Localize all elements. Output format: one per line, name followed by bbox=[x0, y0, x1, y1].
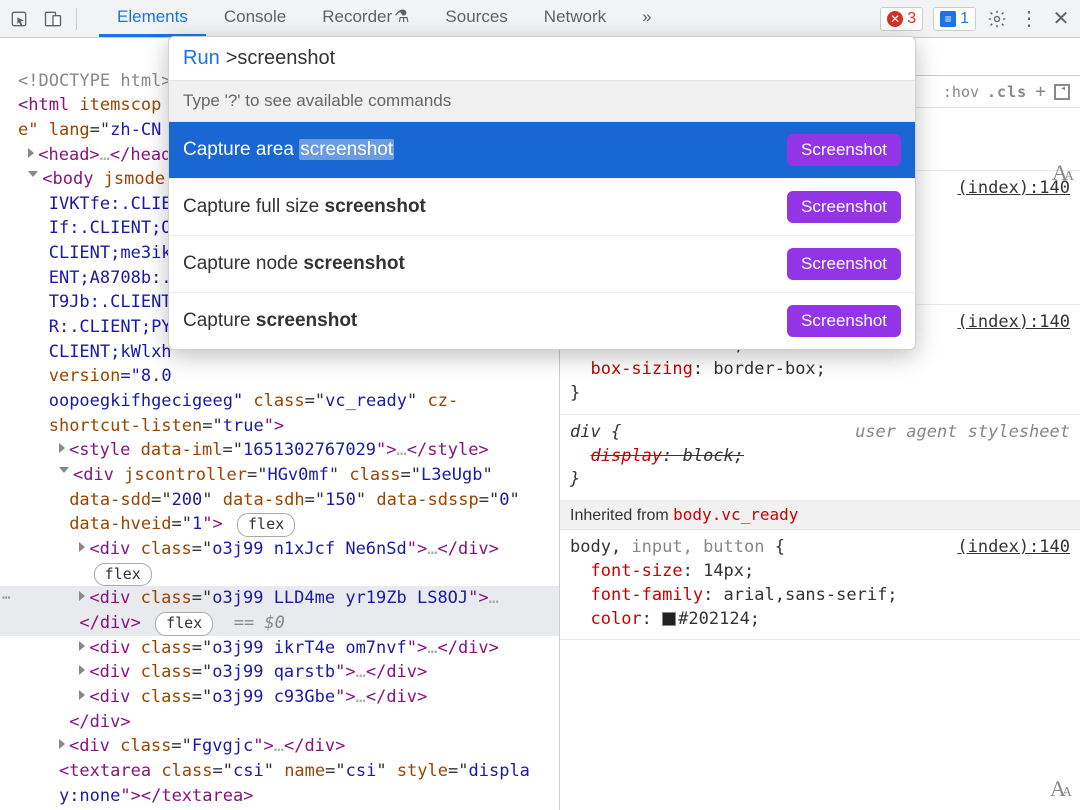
tab-network[interactable]: Network bbox=[526, 0, 624, 37]
selected-dom-node[interactable]: <div class="o3j99 LLD4me yr19Zb LS8OJ">…… bbox=[0, 586, 559, 635]
category-badge: Screenshot bbox=[787, 248, 901, 280]
tab-sources[interactable]: Sources bbox=[427, 0, 525, 37]
category-badge: Screenshot bbox=[787, 305, 901, 337]
tab-elements[interactable]: Elements bbox=[99, 0, 206, 37]
device-mode-icon[interactable] bbox=[42, 8, 64, 30]
command-row-capture[interactable]: Capture screenshot Screenshot bbox=[169, 293, 915, 349]
source-link[interactable]: (index):140 bbox=[957, 311, 1070, 335]
ua-label: user agent stylesheet bbox=[855, 421, 1070, 445]
font-size-icon[interactable]: AA bbox=[1050, 776, 1068, 802]
hov-toggle[interactable]: :hov bbox=[943, 83, 979, 101]
command-row-capture-node[interactable]: Capture node screenshot Screenshot bbox=[169, 236, 915, 293]
settings-icon[interactable] bbox=[986, 8, 1008, 30]
category-badge: Screenshot bbox=[787, 191, 901, 223]
kebab-icon[interactable]: ⋮ bbox=[1018, 8, 1040, 30]
box-model-icon[interactable]: ◂ bbox=[1054, 84, 1070, 100]
panel-tabs: Elements Console Recorder ⚗ Sources Netw… bbox=[99, 0, 868, 37]
command-input[interactable]: Run >screenshot bbox=[169, 37, 915, 80]
rule-div-uas[interactable]: user agent stylesheet div { display: blo… bbox=[560, 415, 1080, 501]
main-toolbar: Elements Console Recorder ⚗ Sources Netw… bbox=[0, 0, 1080, 38]
tabs-overflow[interactable]: » bbox=[624, 0, 669, 37]
command-hint: Type '?' to see available commands bbox=[169, 80, 915, 122]
inspect-icon[interactable] bbox=[8, 8, 30, 30]
doctype: <!DOCTYPE html> bbox=[18, 71, 172, 91]
flex-badge[interactable]: flex bbox=[94, 563, 152, 587]
category-badge: Screenshot bbox=[787, 134, 901, 166]
expand-icon[interactable] bbox=[28, 148, 34, 158]
source-link[interactable]: (index):140 bbox=[957, 536, 1070, 560]
command-palette: Run >screenshot Type '?' to see availabl… bbox=[168, 36, 916, 350]
error-count-badge[interactable]: ✕3 bbox=[880, 7, 923, 31]
close-icon[interactable]: ✕ bbox=[1050, 8, 1072, 30]
cls-toggle[interactable]: .cls bbox=[987, 83, 1027, 101]
tab-recorder[interactable]: Recorder ⚗ bbox=[304, 0, 427, 37]
inherited-separator: Inherited from body.vc_ready bbox=[560, 501, 1080, 530]
font-size-icon[interactable]: AA bbox=[1052, 158, 1070, 189]
rule-body[interactable]: (index):140 body, input, button { font-s… bbox=[560, 530, 1080, 640]
command-row-capture-area[interactable]: Capture area screenshot Screenshot bbox=[169, 122, 915, 179]
command-row-capture-full[interactable]: Capture full size screenshot Screenshot bbox=[169, 179, 915, 236]
color-swatch[interactable] bbox=[662, 612, 676, 626]
new-rule-icon[interactable]: + bbox=[1035, 81, 1046, 102]
collapse-icon[interactable] bbox=[28, 171, 38, 182]
flex-badge[interactable]: flex bbox=[237, 513, 295, 537]
tab-console[interactable]: Console bbox=[206, 0, 304, 37]
info-count-badge[interactable]: ≡1 bbox=[933, 7, 976, 31]
